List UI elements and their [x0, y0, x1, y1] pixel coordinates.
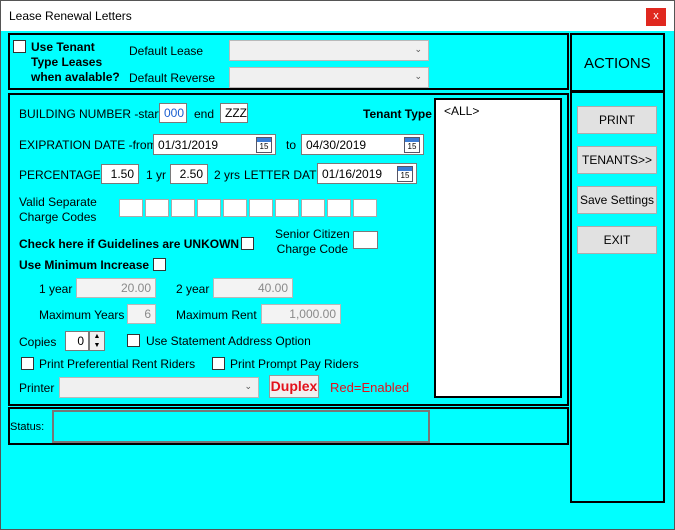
- close-button[interactable]: x: [646, 8, 666, 26]
- to-label: to: [286, 138, 297, 152]
- tenant-type-item[interactable]: <ALL>: [444, 104, 479, 118]
- print-button[interactable]: PRINT: [577, 106, 657, 134]
- expiration-to-value: 04/30/2019: [306, 138, 367, 152]
- chevron-down-icon: ⌄: [414, 71, 422, 81]
- charge-code-input[interactable]: [301, 199, 325, 217]
- chevron-down-icon: ⌄: [244, 381, 252, 391]
- valid-codes-label: Valid Separate Charge Codes: [19, 195, 97, 225]
- window-title: Lease Renewal Letters: [9, 9, 132, 23]
- letter-date-label: LETTER DATE: [244, 168, 325, 182]
- chevron-down-icon: ⌄: [414, 44, 422, 54]
- copies-spinner[interactable]: ▲ ▼: [89, 331, 105, 351]
- charge-code-input[interactable]: [327, 199, 351, 217]
- prompt-pay-checkbox[interactable]: [212, 357, 225, 370]
- expiration-from-date[interactable]: 01/31/2019 15: [153, 134, 276, 155]
- use-tenant-type-label: Use Tenant Type Leases when avalable?: [31, 40, 120, 85]
- status-field: [52, 410, 430, 443]
- charge-code-input[interactable]: [197, 199, 221, 217]
- spin-down-icon[interactable]: ▼: [90, 341, 104, 350]
- tenants-button[interactable]: TENANTS>>: [577, 146, 657, 174]
- one-yr-label: 1 yr: [146, 168, 167, 182]
- charge-code-input[interactable]: [119, 199, 143, 217]
- senior-label-line1: Senior Citizen: [275, 227, 350, 241]
- tenant-type-list[interactable]: [434, 98, 562, 398]
- charge-code-input[interactable]: [145, 199, 169, 217]
- valid-codes-label-line2: Charge Codes: [19, 210, 97, 224]
- max-years-label: Maximum Years: [39, 308, 125, 322]
- two-year-input[interactable]: 40.00: [213, 278, 293, 298]
- preferential-rent-label: Print Preferential Rent Riders: [39, 357, 196, 371]
- building-number-label: BUILDING NUMBER -start: [19, 107, 162, 121]
- building-end-input[interactable]: ZZZ: [220, 103, 248, 123]
- percentages-label: PERCENTAGES: [19, 168, 109, 182]
- default-lease-select[interactable]: ⌄: [229, 40, 429, 61]
- percentage-1yr-input[interactable]: 1.50: [101, 164, 139, 184]
- percentage-2yr-input[interactable]: 2.50: [170, 164, 208, 184]
- calendar-icon[interactable]: 15: [256, 137, 272, 153]
- copies-input[interactable]: 0: [65, 331, 89, 351]
- title-bar: Lease Renewal Letters x: [1, 1, 674, 31]
- default-reverse-select[interactable]: ⌄: [229, 67, 429, 88]
- tenant-type-label: Tenant Type: [363, 107, 432, 121]
- building-start-input[interactable]: 000: [159, 103, 187, 123]
- senior-citizen-label: Senior Citizen Charge Code: [275, 227, 350, 257]
- two-year-label: 2 year: [176, 282, 210, 296]
- calendar-icon[interactable]: 15: [397, 166, 413, 182]
- actions-header: ACTIONS: [584, 55, 651, 72]
- preferential-rent-checkbox[interactable]: [21, 357, 34, 370]
- end-label: end: [194, 107, 215, 121]
- red-enabled-label: Red=Enabled: [330, 380, 410, 395]
- use-tenant-label-line1: Use Tenant: [31, 40, 95, 54]
- printer-label: Printer: [19, 381, 55, 395]
- two-yrs-label: 2 yrs: [214, 168, 241, 182]
- use-tenant-type-checkbox[interactable]: [13, 40, 26, 53]
- max-rent-label: Maximum Rent: [176, 308, 257, 322]
- exit-button[interactable]: EXIT: [577, 226, 657, 254]
- statement-address-label: Use Statement Address Option: [146, 334, 311, 348]
- letter-date-value: 01/16/2019: [322, 167, 383, 181]
- senior-label-line2: Charge Code: [276, 242, 349, 256]
- close-icon: x: [653, 10, 659, 22]
- actions-panel: [570, 33, 665, 503]
- minimum-increase-checkbox[interactable]: [153, 258, 166, 271]
- calendar-icon[interactable]: 15: [404, 137, 420, 153]
- charge-code-input[interactable]: [275, 199, 299, 217]
- expiration-date-label: EXIPRATION DATE -from: [19, 138, 157, 152]
- charge-code-input[interactable]: [249, 199, 273, 217]
- letter-date-input[interactable]: 01/16/2019 15: [317, 163, 417, 184]
- one-year-input[interactable]: 20.00: [76, 278, 156, 298]
- default-lease-label: Default Lease: [129, 44, 204, 58]
- statement-address-checkbox[interactable]: [127, 334, 140, 347]
- guidelines-unknown-label: Check here if Guidelines are UNKOWN: [19, 237, 240, 251]
- lease-renewal-window: Lease Renewal Letters x Use Tenant Type …: [0, 0, 675, 530]
- max-years-input[interactable]: 6: [127, 304, 156, 324]
- max-rent-input[interactable]: 1,000.00: [261, 304, 341, 324]
- valid-codes-label-line1: Valid Separate: [19, 195, 97, 209]
- charge-code-input[interactable]: [223, 199, 247, 217]
- expiration-from-value: 01/31/2019: [158, 138, 219, 152]
- status-label: Status:: [10, 421, 45, 433]
- copies-label: Copies: [19, 335, 57, 349]
- use-tenant-label-line3: when avalable?: [31, 70, 120, 84]
- senior-charge-code-input[interactable]: [353, 231, 378, 249]
- minimum-increase-label: Use Minimum Increase: [19, 258, 150, 272]
- prompt-pay-label: Print Prompt Pay Riders: [230, 357, 359, 371]
- printer-select[interactable]: ⌄: [59, 377, 259, 398]
- save-settings-button[interactable]: Save Settings: [577, 186, 657, 214]
- default-reverse-label: Default Reverse: [129, 71, 216, 85]
- charge-code-input[interactable]: [353, 199, 377, 217]
- expiration-to-date[interactable]: 04/30/2019 15: [301, 134, 424, 155]
- one-year-label: 1 year: [39, 282, 73, 296]
- spin-up-icon[interactable]: ▲: [90, 332, 104, 341]
- duplex-button[interactable]: Duplex: [269, 375, 319, 398]
- use-tenant-label-line2: Type Leases: [31, 55, 103, 69]
- guidelines-unknown-checkbox[interactable]: [241, 237, 254, 250]
- charge-code-input[interactable]: [171, 199, 195, 217]
